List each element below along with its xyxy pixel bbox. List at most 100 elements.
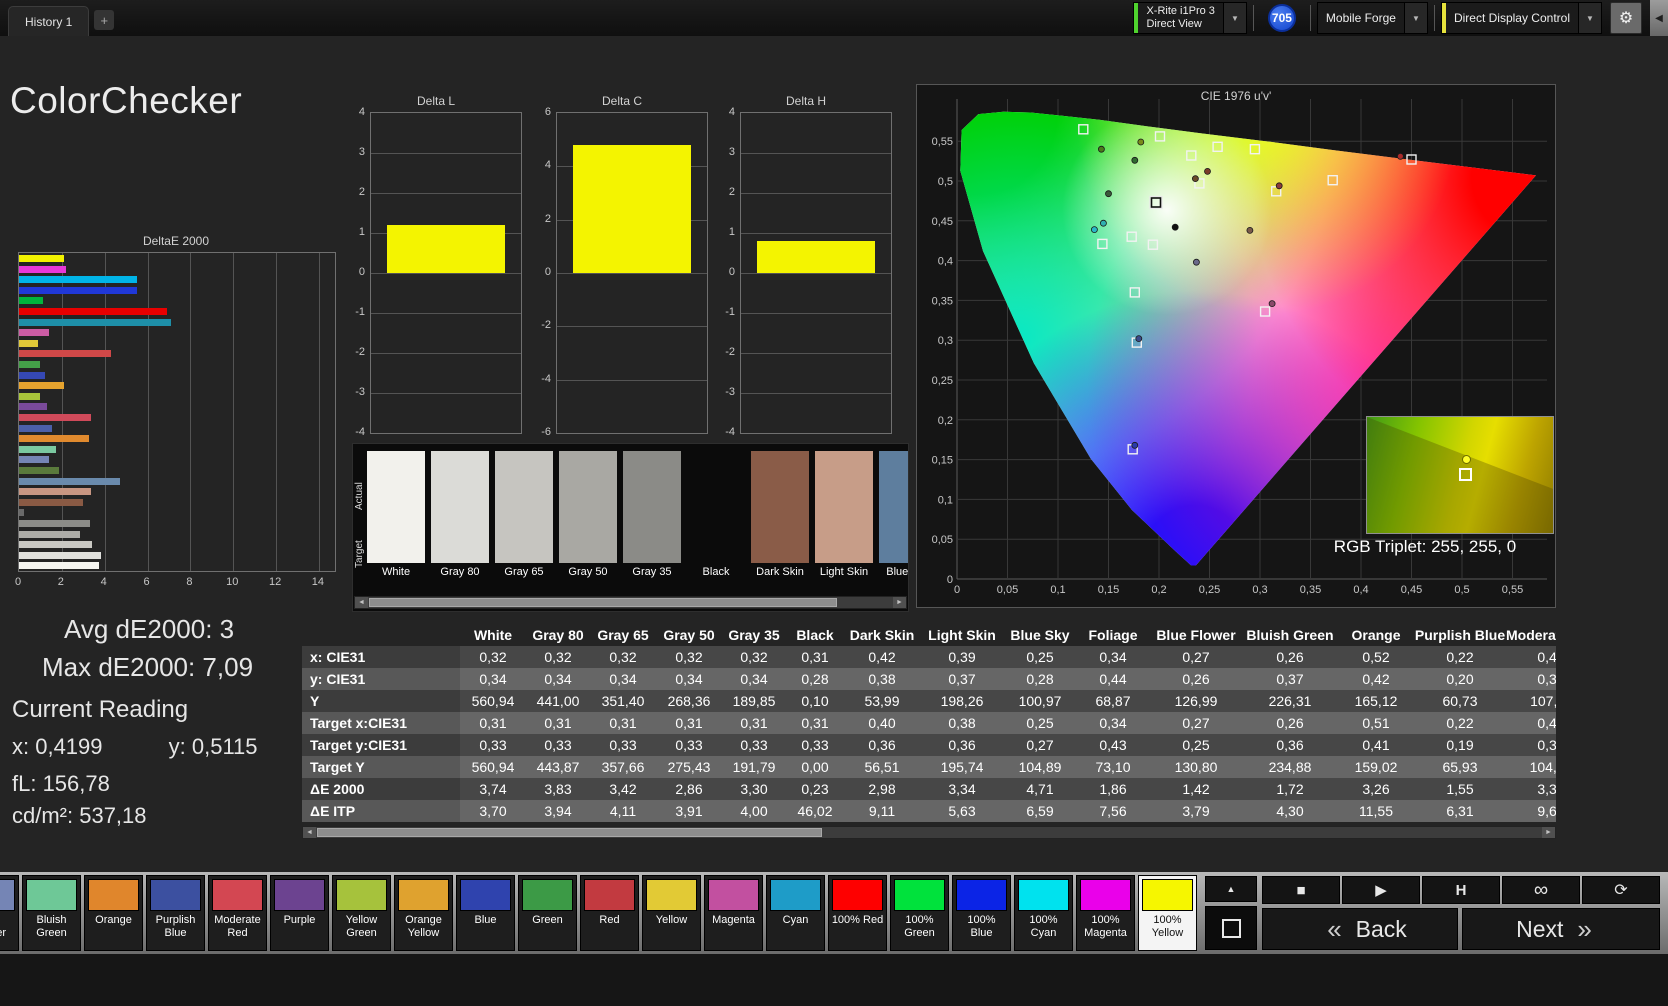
de-bar-green — [19, 361, 40, 368]
table-cell: 3,94 — [526, 800, 590, 822]
patch-button-purple[interactable]: Purple — [270, 875, 329, 951]
scroll-right-icon[interactable]: ► — [1542, 827, 1555, 838]
patch-button-100-yellow[interactable]: 100% Yellow — [1138, 875, 1197, 951]
table-cell: 0,37 — [1242, 668, 1338, 690]
add-tab-button[interactable]: + — [94, 10, 114, 30]
de-bar-orange-yellow — [19, 382, 64, 389]
table-cell: 4,11 — [590, 800, 656, 822]
gridline — [190, 253, 191, 571]
cie-measurement-dot — [1136, 336, 1142, 342]
pattern-window-button[interactable] — [1205, 906, 1257, 950]
y-tick-label: 1 — [350, 225, 365, 239]
meter-selector[interactable]: X-Rite i1Pro 3 Direct View ▼ — [1133, 2, 1246, 34]
table-cell: 0,32 — [526, 646, 590, 668]
swatch-scrollbar[interactable]: ◄ ► — [354, 596, 907, 609]
table-cell: 0,42 — [844, 646, 920, 668]
scroll-left-icon[interactable]: ◄ — [303, 827, 316, 838]
patch-color-swatch — [1018, 879, 1069, 911]
patch-button-100-blue[interactable]: 100% Blue — [952, 875, 1011, 951]
patch-color-swatch — [150, 879, 201, 911]
patch-button-blue[interactable]: Blue — [456, 875, 515, 951]
patch-button-label: Purplish Blue — [149, 914, 202, 939]
patch-button-label: Yellow — [656, 914, 687, 927]
plot-area — [740, 112, 892, 434]
source-dropdown-icon[interactable]: ▼ — [1404, 3, 1427, 33]
separator — [1310, 5, 1311, 31]
chart-title: Delta C — [538, 94, 706, 108]
table-cell: 0,31 — [786, 646, 844, 668]
patch-button-cyan[interactable]: Cyan — [766, 875, 825, 951]
scroll-left-icon[interactable]: ◄ — [355, 597, 368, 608]
stop-button[interactable]: ■ — [1262, 876, 1340, 904]
de-bar-magenta — [19, 329, 49, 336]
patch-button-red[interactable]: Red — [580, 875, 639, 951]
patch-button-green[interactable]: Green — [518, 875, 577, 951]
table-cell: 6,59 — [1004, 800, 1076, 822]
patch-button-orange[interactable]: Orange — [84, 875, 143, 951]
scrollbar-thumb[interactable] — [369, 598, 837, 607]
table-cell: 0,36 — [1242, 734, 1338, 756]
source-selector[interactable]: Mobile Forge ▼ — [1317, 2, 1428, 34]
table-cell: 0,41 — [1338, 734, 1414, 756]
current-cdm2: cd/m²: 537,18 — [12, 803, 147, 829]
patch-button-moderate-red[interactable]: Moderate Red — [208, 875, 267, 951]
patch-button-yellow-green[interactable]: Yellow Green — [332, 875, 391, 951]
titlebar: History 1 + X-Rite i1Pro 3 Direct View ▼… — [0, 0, 1668, 36]
patch-button-100-red[interactable]: 100% Red — [828, 875, 887, 951]
gridline — [741, 233, 891, 234]
column-header-gray-65: Gray 65 — [590, 624, 656, 646]
table-row: Target x:CIE310,310,310,310,310,310,310,… — [302, 712, 1556, 734]
back-button[interactable]: « Back — [1262, 908, 1458, 950]
table-cell: 560,94 — [460, 690, 526, 712]
patch-color-swatch — [1142, 879, 1193, 911]
results-table: WhiteGray 80Gray 65Gray 50Gray 35BlackDa… — [302, 624, 1556, 823]
patch-button-label: 100% Magenta — [1079, 914, 1132, 939]
y-tick-label: 1 — [720, 225, 735, 239]
patch-button-orange-yellow[interactable]: Orange Yellow — [394, 875, 453, 951]
table-cell: 9,66 — [1506, 800, 1556, 822]
x-tick-label: 0,2 — [1151, 584, 1166, 596]
gridline — [741, 313, 891, 314]
table-cell: 0,34 — [590, 668, 656, 690]
hold-button[interactable]: H — [1422, 876, 1500, 904]
patch-button-bluish-green[interactable]: Bluish Green — [22, 875, 81, 951]
settings-gear-icon[interactable]: ⚙ — [1610, 2, 1642, 34]
display-control-selector[interactable]: Direct Display Control ▼ — [1441, 2, 1602, 34]
collapse-panel-icon[interactable]: ◀ — [1650, 0, 1668, 36]
patch-button-purplish-blue[interactable]: Purplish Blue — [146, 875, 205, 951]
table-cell: 0,31 — [722, 712, 786, 734]
row-label: Target x:CIE31 — [302, 712, 460, 734]
table-scrollbar[interactable]: ◄ ► — [302, 826, 1556, 839]
scrollbar-thumb[interactable] — [317, 828, 822, 837]
scroll-right-icon[interactable]: ► — [893, 597, 906, 608]
table-cell: 0,43 — [1076, 734, 1150, 756]
table-cell: 3,83 — [526, 778, 590, 800]
de-bar-blue — [19, 372, 45, 379]
gridline — [371, 153, 521, 154]
patch-button-100-magenta[interactable]: 100% Magenta — [1076, 875, 1135, 951]
history-tab[interactable]: History 1 — [8, 6, 89, 36]
continuous-read-button[interactable]: ∞ — [1502, 876, 1580, 904]
next-button[interactable]: Next » — [1462, 908, 1660, 950]
x-tick-label: 4 — [101, 576, 107, 588]
display-control-dropdown-icon[interactable]: ▼ — [1578, 3, 1601, 33]
table-cell: 2,98 — [844, 778, 920, 800]
cie-zoom-inset — [1366, 416, 1554, 534]
patch-button-label: 100% Yellow — [1141, 914, 1194, 939]
meter-dropdown-icon[interactable]: ▼ — [1223, 3, 1246, 33]
column-header-dark-skin: Dark Skin — [844, 624, 920, 646]
patch-button-100-cyan[interactable]: 100% Cyan — [1014, 875, 1073, 951]
scroll-up-button[interactable]: ▲ — [1205, 876, 1257, 902]
cie-measurement-dot — [1091, 227, 1097, 233]
cie-measurement-dot — [1205, 168, 1211, 174]
y-tick-label: 0,5 — [938, 176, 953, 188]
de-bar-100-magenta — [19, 266, 66, 273]
play-button[interactable]: ▶ — [1342, 876, 1420, 904]
patch-button-blue-flower[interactable]: Blue Flower — [0, 875, 19, 951]
refresh-button[interactable]: ⟳ — [1582, 876, 1660, 904]
patch-button-100-green[interactable]: 100% Green — [890, 875, 949, 951]
source-label: Mobile Forge — [1326, 11, 1396, 25]
patch-button-magenta[interactable]: Magenta — [704, 875, 763, 951]
patch-button-yellow[interactable]: Yellow — [642, 875, 701, 951]
patch-button-label: Purple — [284, 914, 316, 927]
